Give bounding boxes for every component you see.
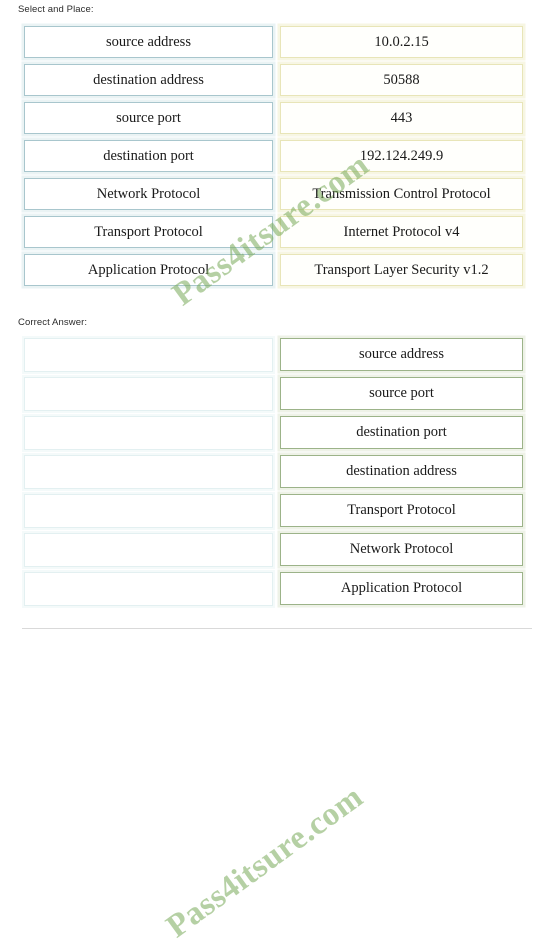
value-item[interactable]: Internet Protocol v4: [280, 216, 523, 248]
value-item[interactable]: Transport Layer Security v1.2: [280, 254, 523, 286]
tile-label: 192.124.249.9: [359, 147, 444, 164]
drop-target[interactable]: [24, 455, 273, 489]
tile-label: Transmission Control Protocol: [312, 185, 491, 202]
answer-item[interactable]: Application Protocol: [280, 572, 523, 605]
drop-target[interactable]: [24, 338, 273, 372]
exam-question-page: Select and Place: source address destina…: [0, 0, 555, 945]
correct-answer-panel: source address source port destination p…: [0, 338, 555, 945]
tile-label: Transport Layer Security v1.2: [314, 261, 489, 278]
tile-label: Transport Protocol: [94, 223, 203, 240]
select-and-place-left-column: source address destination address sourc…: [24, 26, 273, 292]
tile-label: source address: [359, 346, 444, 362]
correct-answer-right-column: source address source port destination p…: [280, 338, 523, 611]
answer-item[interactable]: source port: [280, 377, 523, 410]
draggable-item[interactable]: source port: [24, 102, 273, 134]
tile-label: Transport Protocol: [347, 502, 456, 518]
answer-item[interactable]: Network Protocol: [280, 533, 523, 566]
tile-label: Network Protocol: [349, 541, 454, 557]
tile-label: destination port: [356, 424, 447, 440]
draggable-item[interactable]: Network Protocol: [24, 178, 273, 210]
tile-label: Application Protocol: [340, 580, 463, 596]
value-item[interactable]: 192.124.249.9: [280, 140, 523, 172]
tile-label: 443: [390, 109, 413, 126]
tile-label: source address: [106, 33, 191, 50]
answer-item[interactable]: destination address: [280, 455, 523, 488]
value-item[interactable]: 10.0.2.15: [280, 26, 523, 58]
answer-item[interactable]: source address: [280, 338, 523, 371]
draggable-item[interactable]: Transport Protocol: [24, 216, 273, 248]
tile-label: Internet Protocol v4: [343, 223, 460, 240]
tile-label: source port: [116, 109, 181, 126]
select-and-place-right-column: 10.0.2.15 50588 443 192.124.249.9 Transm…: [280, 26, 523, 292]
answer-item[interactable]: Transport Protocol: [280, 494, 523, 527]
drop-target[interactable]: [24, 377, 273, 411]
tile-label: source port: [369, 385, 434, 401]
tile-label: destination address: [93, 71, 204, 88]
value-item[interactable]: 443: [280, 102, 523, 134]
drop-target[interactable]: [24, 416, 273, 450]
draggable-item[interactable]: destination address: [24, 64, 273, 96]
tile-label: 10.0.2.15: [374, 33, 429, 50]
drop-target[interactable]: [24, 494, 273, 528]
draggable-item[interactable]: Application Protocol: [24, 254, 273, 286]
select-and-place-caption: Select and Place:: [18, 4, 94, 15]
bottom-divider: [22, 628, 532, 629]
tile-label: 50588: [383, 71, 420, 88]
answer-item[interactable]: destination port: [280, 416, 523, 449]
tile-label: Network Protocol: [96, 185, 201, 202]
drop-target[interactable]: [24, 572, 273, 606]
draggable-item[interactable]: source address: [24, 26, 273, 58]
correct-answer-left-column: [24, 338, 273, 611]
value-item[interactable]: 50588: [280, 64, 523, 96]
select-and-place-panel: source address destination address sourc…: [0, 26, 555, 313]
tile-label: destination port: [103, 147, 194, 164]
correct-answer-caption: Correct Answer:: [18, 317, 88, 328]
tile-label: Application Protocol: [87, 261, 210, 278]
draggable-item[interactable]: destination port: [24, 140, 273, 172]
drop-target[interactable]: [24, 533, 273, 567]
value-item[interactable]: Transmission Control Protocol: [280, 178, 523, 210]
tile-label: destination address: [346, 463, 457, 479]
watermark: Pass4itsure.com: [160, 778, 370, 946]
